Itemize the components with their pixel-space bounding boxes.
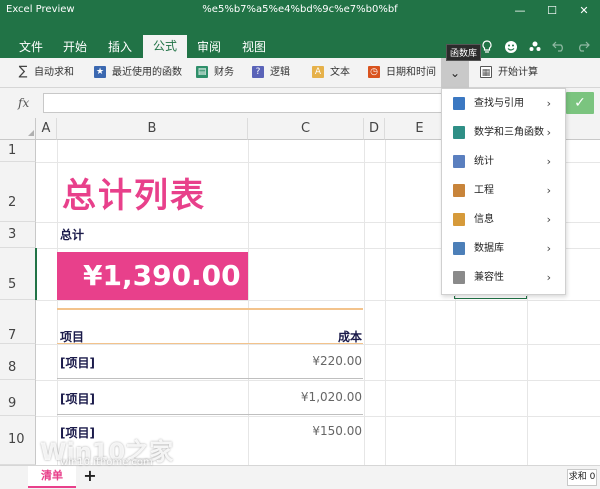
table-row-item[interactable]: [项目] [60, 390, 95, 407]
statistical-icon [453, 155, 465, 168]
add-sheet-button[interactable]: + [82, 466, 98, 488]
table-row-cost[interactable]: ¥220.00 [248, 354, 362, 368]
calculator-icon: ▦ [480, 66, 492, 78]
financial-button[interactable]: ▤ 财务 [196, 64, 234, 82]
tooltip-function-library: 函数库 [446, 44, 482, 61]
more-functions-button[interactable]: ⌄ [441, 58, 469, 88]
tab-view[interactable]: 视图 [237, 38, 271, 58]
column-header-a[interactable]: A [36, 118, 57, 140]
tab-insert[interactable]: 插入 [103, 38, 137, 58]
clock-icon: ◷ [368, 66, 380, 78]
text-button[interactable]: A 文本 [312, 64, 350, 82]
text-icon: A [312, 66, 324, 78]
engineering-icon [453, 184, 465, 197]
star-book-icon: ★ [94, 66, 106, 78]
fx-icon[interactable]: fx [18, 96, 29, 110]
confirm-formula-button[interactable]: ✓ [566, 92, 594, 114]
menu-item-engineering[interactable]: 工程 › [442, 176, 565, 205]
chevron-right-icon: › [546, 184, 551, 197]
select-all-corner[interactable] [0, 118, 36, 140]
table-row-item[interactable]: [项目] [60, 354, 95, 371]
chevron-right-icon: › [546, 242, 551, 255]
function-library-menu: 查找与引用 › 数学和三角函数 › 统计 › 工程 › 信息 › 数据库 › 兼… [441, 88, 566, 295]
recent-functions-button[interactable]: ★ 最近使用的函数 [94, 64, 182, 82]
math-icon [453, 126, 465, 139]
sum-status[interactable]: 求和 0 [567, 469, 597, 486]
total-label[interactable]: 总计 [60, 226, 84, 243]
row-header-5[interactable]: 5 [0, 248, 36, 300]
chevron-right-icon: › [546, 126, 551, 139]
ribbon-tabs: 文件 开始 插入 公式 审阅 视图 [0, 22, 600, 58]
maximize-button[interactable]: ☐ [536, 0, 568, 22]
close-button[interactable]: ✕ [568, 0, 600, 22]
formula-input[interactable] [43, 93, 443, 113]
column-header-c[interactable]: C [248, 118, 364, 140]
people-icon[interactable] [526, 40, 544, 58]
datetime-button[interactable]: ◷ 日期和时间 [368, 64, 436, 82]
column-header-b[interactable]: B [57, 118, 248, 140]
menu-item-information[interactable]: 信息 › [442, 205, 565, 234]
column-header-d[interactable]: D [364, 118, 385, 140]
document-title: %e5%b7%a5%e4%bd%9c%e7%b0%bf [202, 4, 398, 15]
financial-icon: ▤ [196, 66, 208, 78]
redo-icon[interactable] [574, 40, 592, 58]
tab-review[interactable]: 审阅 [192, 38, 226, 58]
total-value-cell[interactable]: ¥1,390.00 [57, 252, 248, 300]
row-header-3[interactable]: 3 [0, 222, 36, 248]
row-header-7[interactable]: 7 [0, 300, 36, 344]
row-header-9[interactable]: 9 [0, 380, 36, 416]
autosum-button[interactable]: ∑ 自动求和 [18, 64, 74, 82]
table-row-cost[interactable]: ¥150.00 [248, 424, 362, 438]
row-header-10[interactable]: 10 [0, 416, 36, 465]
chevron-right-icon: › [546, 155, 551, 168]
title-bar: Excel Preview %e5%b7%a5%e4%bd%9c%e7%b0%b… [0, 0, 600, 22]
information-icon [453, 213, 465, 226]
watermark-url: win10.ithome.com [60, 457, 153, 468]
calculate-button[interactable]: ▦ 开始计算 [480, 64, 538, 82]
logical-icon: ? [252, 66, 264, 78]
minimize-button[interactable]: — [504, 0, 536, 22]
lookup-icon [453, 97, 465, 110]
tab-formulas[interactable]: 公式 [143, 35, 187, 58]
menu-item-compatibility[interactable]: 兼容性 › [442, 263, 565, 292]
menu-item-math-trig[interactable]: 数学和三角函数 › [442, 118, 565, 147]
active-cell-outline [454, 296, 527, 299]
app-title: Excel Preview [6, 4, 75, 15]
row-header-1[interactable]: 1 [0, 140, 36, 162]
menu-item-lookup-reference[interactable]: 查找与引用 › [442, 89, 565, 118]
menu-item-database[interactable]: 数据库 › [442, 234, 565, 263]
row-header-2[interactable]: 2 [0, 162, 36, 222]
compatibility-icon [453, 271, 465, 284]
formulas-ribbon: ∑ 自动求和 ★ 最近使用的函数 ▤ 财务 ? 逻辑 A 文本 ◷ 日期和时间 ▦ 开始计算 [0, 58, 600, 88]
smiley-icon[interactable] [502, 40, 520, 58]
row-header-8[interactable]: 8 [0, 344, 36, 380]
menu-item-statistical[interactable]: 统计 › [442, 147, 565, 176]
selection-row-marker [35, 248, 37, 300]
logical-button[interactable]: ? 逻辑 [252, 64, 290, 82]
sheet-title[interactable]: 总计列表 [62, 168, 206, 217]
chevron-right-icon: › [546, 271, 551, 284]
table-row-cost[interactable]: ¥1,020.00 [248, 390, 362, 404]
header-divider [57, 343, 363, 344]
sum-label: 求和 [568, 472, 587, 482]
database-icon [453, 242, 465, 255]
sum-value: 0 [589, 472, 596, 482]
undo-icon[interactable] [550, 40, 568, 58]
tab-home[interactable]: 开始 [58, 38, 92, 58]
chevron-right-icon: › [546, 97, 551, 110]
accent-divider [57, 308, 363, 310]
tab-file[interactable]: 文件 [14, 38, 48, 58]
sigma-icon: ∑ [18, 64, 28, 79]
sheet-tab-list[interactable]: 清单 [28, 466, 76, 488]
sheet-tabs-bar: 清单 + 求和 0 [0, 465, 600, 489]
chevron-right-icon: › [546, 213, 551, 226]
